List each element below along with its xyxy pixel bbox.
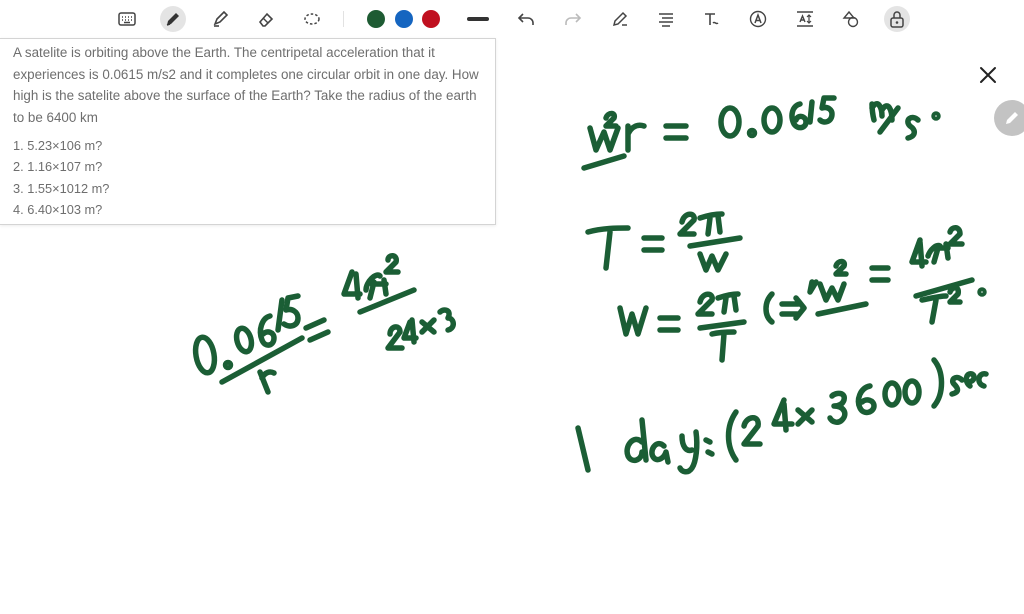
- answer-option: 1. 5.23×106 m?: [13, 138, 103, 153]
- handwriting-text-icon[interactable]: [699, 6, 725, 32]
- question-text: A satelite is orbiting above the Earth. …: [13, 45, 479, 125]
- ink-equation-2: [585, 211, 743, 273]
- eraser-icon[interactable]: [253, 6, 279, 32]
- keyboard-icon[interactable]: [114, 6, 140, 32]
- line-thickness-icon[interactable]: [465, 6, 491, 32]
- answer-option: 4. 6.40×103 m?: [13, 201, 103, 217]
- answer-options: 1. 5.23×106 m? 2. 1.16×107 m? 3. 1.55×10…: [13, 135, 109, 220]
- undo-icon[interactable]: [513, 6, 539, 32]
- ink-equation-3: [617, 225, 987, 363]
- ink-equation-4: [575, 357, 989, 475]
- color-swatch-blue[interactable]: [395, 10, 413, 28]
- pen-settings-icon[interactable]: [607, 6, 633, 32]
- color-swatch-green[interactable]: [367, 10, 385, 28]
- pen-icon[interactable]: [160, 6, 186, 32]
- highlighter-icon[interactable]: [207, 6, 233, 32]
- ink-equation-left: [192, 253, 456, 395]
- answer-option: 2. 1.16×107 m?: [13, 159, 103, 175]
- toolbar: [0, 0, 1024, 38]
- toolbar-divider: [343, 11, 344, 27]
- close-icon: [980, 67, 996, 83]
- text-style-icon[interactable]: [745, 6, 771, 32]
- text-align-icon[interactable]: [653, 6, 679, 32]
- edit-pen-button[interactable]: [994, 100, 1024, 136]
- shapes-icon[interactable]: [838, 6, 864, 32]
- redo-icon[interactable]: [560, 6, 586, 32]
- lock-icon[interactable]: [884, 6, 910, 32]
- ink-equation-1: [581, 95, 941, 171]
- answer-option: 3. 1.55×1012 m?: [13, 180, 110, 196]
- text-size-icon[interactable]: [792, 6, 818, 32]
- question-card: A satelite is orbiting above the Earth. …: [0, 38, 496, 225]
- color-swatch-red[interactable]: [422, 10, 440, 28]
- lasso-icon[interactable]: [299, 6, 325, 32]
- pen-icon: [1006, 112, 1018, 124]
- close-button[interactable]: [976, 63, 1000, 87]
